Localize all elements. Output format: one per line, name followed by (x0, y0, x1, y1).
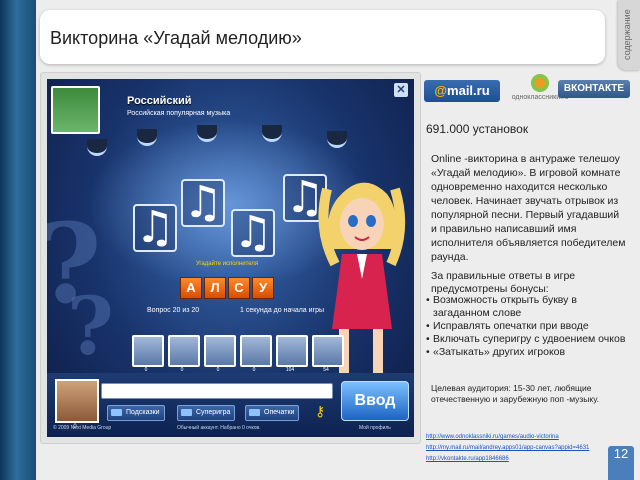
contents-tab[interactable]: содержание (618, 0, 640, 70)
player-avatar[interactable] (132, 335, 164, 367)
list-item: Включать суперигру с удвоением очков (426, 333, 626, 346)
key-icon[interactable]: ⚷ (315, 403, 325, 420)
profile-link[interactable]: Мой профиль (359, 425, 391, 431)
supergame-button[interactable]: Суперигра (177, 405, 236, 421)
music-note-icon: ♫ (133, 204, 177, 252)
game-description: Online -викторина в антураже телешоу «Уг… (431, 153, 626, 263)
genre-title: Российский (127, 95, 192, 107)
genre-subtitle: Российская популярная музыка (127, 110, 231, 117)
account-status: Обычный аккаунт. Набрано 0 очков. (177, 425, 261, 431)
contents-tab-label: содержание (622, 9, 632, 60)
answer-input[interactable] (101, 383, 333, 399)
partner-logos: @mail.ru одноклассники.ru ВКОНТАКТЕ (424, 72, 634, 110)
odnoklassniki-link[interactable]: http://www.odnoklassniki.ru/games/audio-… (426, 432, 636, 443)
list-item: «Затыкать» других игроков (426, 346, 626, 359)
answer-letter-tile: У (252, 277, 274, 299)
left-rail (0, 0, 36, 480)
player-avatar[interactable] (312, 335, 344, 367)
answer-letter-tile: С (228, 277, 250, 299)
bonus-list: Возможность открыть букву в загаданном с… (426, 294, 626, 359)
own-avatar (55, 379, 99, 423)
hints-button[interactable]: Подсказки (107, 405, 165, 421)
game-screenshot-frame: ? ? Российский Российская популярная муз… (40, 72, 421, 444)
player-avatar[interactable] (204, 335, 236, 367)
links-list: http://www.odnoklassniki.ru/games/audio-… (426, 432, 636, 465)
game-control-bar: 0 Подсказки Суперигра Опечатки ⚷ Ввод © … (47, 373, 414, 437)
question-mark-decoration: ? (67, 279, 114, 373)
mailru-logo: @mail.ru (424, 80, 500, 102)
answer-letter-tile: Л (204, 277, 226, 299)
title-card: Викторина «Угадай мелодию» (40, 10, 605, 64)
target-audience: Целевая аудитория: 15-30 лет, любящие от… (431, 383, 599, 404)
typos-button[interactable]: Опечатки (245, 405, 300, 421)
copyright-text: © 2009 Next Media Group (53, 425, 112, 431)
installs-count: 691.000 установок (426, 122, 529, 136)
bonus-intro: За правильные ответы в игре предусмотрен… (431, 270, 576, 295)
enter-button[interactable]: Ввод (341, 381, 409, 421)
music-note-icon: ♫ (181, 179, 225, 227)
vkontakte-logo: ВКОНТАКТЕ (558, 80, 630, 98)
player-avatar[interactable] (240, 335, 272, 367)
close-icon[interactable]: ✕ (394, 83, 408, 97)
genre-thumbnail (51, 86, 100, 134)
round-timer: 1 секунда до начала игры (240, 307, 325, 314)
player-avatar[interactable] (168, 335, 200, 367)
odnoklassniki-icon (528, 72, 552, 94)
music-note-icon: ♫ (231, 209, 275, 257)
players-row: 0 0 0 0 104 54 (132, 335, 344, 373)
page-number: 12 (608, 446, 634, 480)
player-avatar[interactable] (276, 335, 308, 367)
hint-banner: Угадайте исполнителя (195, 261, 259, 267)
mailru-link[interactable]: http://my.mail.ru/mail/andrey.apps01/app… (426, 443, 636, 454)
vkontakte-link[interactable]: http://vkontakte.ru/app1846686 (426, 454, 636, 465)
game-screen: ? ? Российский Российская популярная муз… (47, 79, 414, 437)
question-counter: Вопрос 20 из 20 (147, 307, 200, 314)
list-item: Исправлять опечатки при вводе (426, 320, 626, 333)
answer-letter-tile: А (180, 277, 202, 299)
list-item: Возможность открыть букву в загаданном с… (426, 294, 626, 320)
slide-title: Викторина «Угадай мелодию» (50, 28, 302, 48)
